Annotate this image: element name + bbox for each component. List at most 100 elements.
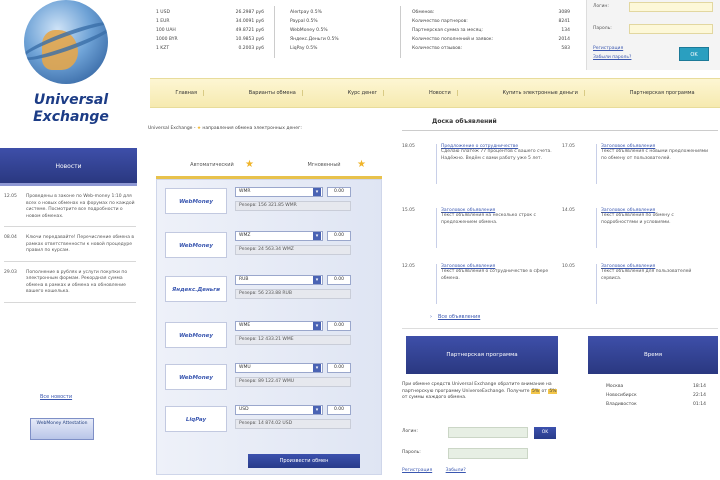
announcement-date: 15.05	[402, 208, 415, 213]
announcement-text: Текст объявления по обмену с подробностя…	[601, 213, 674, 225]
nav-partner-program[interactable]: Партнерская программа	[624, 90, 701, 96]
rate-row: 1 USD 26.2987 руб	[156, 10, 264, 19]
currency-select-value: WMR	[239, 189, 251, 194]
news-text: Пополнение в рублях и услуги покупки по …	[26, 269, 128, 295]
currency-select[interactable]: WME ▾	[235, 321, 323, 331]
nav-buy-emoney[interactable]: Купить электронные деньги	[497, 90, 585, 96]
fee-row: Alertpay 0.5%	[290, 10, 322, 15]
partner-register-link[interactable]: Регистрация	[402, 468, 432, 473]
payment-system-logo[interactable]: WebMoney	[165, 322, 227, 348]
announcement-item[interactable]: 14.05 Заголовок объявления Текст объявле…	[562, 208, 712, 252]
stat-label: Количество пополнений и заявок:	[412, 37, 494, 42]
tab-instant[interactable]: Мгновенный ★	[268, 148, 380, 176]
payment-system-logo[interactable]: WebMoney	[165, 232, 227, 258]
tab-automatic[interactable]: Автоматический ★	[156, 148, 268, 176]
exchange-intro-tail: направления обмена электронных денег:	[200, 126, 302, 131]
partner-ok-button[interactable]: OK	[534, 427, 556, 439]
city-time: 01:14	[693, 402, 706, 407]
partner-login-input[interactable]	[448, 427, 528, 438]
password-input[interactable]	[629, 24, 713, 34]
news-date: 08.04	[4, 235, 17, 240]
payment-system-logo[interactable]: WebMoney	[165, 188, 227, 214]
announcement-date: 17.05	[562, 144, 575, 149]
currency-select[interactable]: WMR ▾	[235, 187, 323, 197]
nav-rates[interactable]: Курс денег	[342, 90, 385, 96]
chevron-down-icon: ▾	[313, 406, 321, 414]
city-time: 22:14	[693, 393, 706, 398]
announcement-item[interactable]: 12.05 Заголовок объявления Текст объявле…	[402, 264, 552, 308]
announcement-item[interactable]: 18.05 Предложение о сотрудничестве Сдела…	[402, 144, 552, 188]
currency-select-value: WME	[239, 323, 251, 328]
announcements-title: Доска объявлений	[432, 118, 497, 125]
fee-row: WebMoney 0.5%	[290, 28, 328, 33]
chevron-down-icon: ▾	[313, 364, 321, 372]
rate-value: 49.8721 руб	[235, 28, 264, 33]
rate-currency: 1 KZT	[156, 46, 170, 51]
login-ok-button[interactable]: OK	[679, 47, 709, 61]
payment-system-logo[interactable]: LiqPay	[165, 406, 227, 432]
exchange-submit-button[interactable]: Произвести обмен	[248, 454, 360, 468]
amount-input[interactable]: 0.00	[327, 275, 351, 285]
exchange-intro-text: Universal Exchange -	[148, 126, 197, 131]
attestation-badge[interactable]: WebMoney Attestation	[30, 418, 94, 440]
announcement-body: Заголовок объявления Текст объявления дл…	[596, 264, 712, 304]
rate-value: 34.0091 руб	[235, 19, 264, 24]
register-link[interactable]: Регистрация	[593, 46, 623, 51]
stat-row: Партнерская сумма за месяц: 134	[412, 28, 570, 37]
exchange-intro: Universal Exchange - ★ направления обмен…	[148, 126, 378, 131]
stat-row: Количество партнеров: 8241	[412, 19, 570, 28]
rate-value: 10.9853 руб	[235, 37, 264, 42]
announcement-date: 12.05	[402, 264, 415, 269]
amount-input[interactable]: 0.00	[327, 405, 351, 415]
partner-password-input[interactable]	[448, 448, 528, 459]
amount-input[interactable]: 0.00	[327, 321, 351, 331]
currency-select[interactable]: USD ▾	[235, 405, 323, 415]
payment-system-logo[interactable]: Яндекс.Деньги	[165, 276, 227, 302]
stat-row: Обменов: 3089	[412, 10, 570, 19]
announcement-item[interactable]: 15.05 Заголовок объявления Текст объявле…	[402, 208, 552, 252]
all-announcements-link[interactable]: Все объявления	[438, 314, 480, 320]
rate-value: 0.2003 руб	[238, 46, 264, 51]
currency-select[interactable]: RUB ▾	[235, 275, 323, 285]
currency-select[interactable]: WMU ▾	[235, 363, 323, 373]
login-input[interactable]	[629, 2, 713, 12]
logo-line-2: Exchange	[33, 109, 109, 125]
currency-select-value: WMZ	[239, 233, 251, 238]
password-label: Пароль:	[593, 26, 612, 31]
announcement-item[interactable]: 17.05 Заголовок объявления Текст объявле…	[562, 144, 712, 188]
exchange-row: WebMoney WMZ ▾ 0.00 Резерв: 24 563.34 WMZ	[163, 228, 377, 262]
rate-row: 100 UAH 49.8721 руб	[156, 28, 264, 37]
stat-row: Количество отзывов: 583	[412, 46, 570, 55]
nav-exchange-options[interactable]: Варианты обмена	[243, 90, 303, 96]
nav-home[interactable]: Главная	[169, 90, 204, 96]
partner-program-header[interactable]: Партнерская программа	[406, 336, 558, 374]
payment-system-logo[interactable]: WebMoney	[165, 364, 227, 390]
amount-input[interactable]: 0.00	[327, 231, 351, 241]
stat-value: 134	[561, 28, 570, 33]
currency-select[interactable]: WMZ ▾	[235, 231, 323, 241]
site-logo[interactable]: Universal Exchange	[8, 0, 138, 140]
forgot-password-link[interactable]: Забыли пароль?	[593, 55, 631, 60]
stat-label: Количество отзывов:	[412, 46, 463, 51]
amount-input[interactable]: 0.00	[327, 187, 351, 197]
all-news-link[interactable]: Все новости	[40, 394, 72, 400]
partner-links: Регистрация Забыли?	[402, 468, 478, 473]
nav-news[interactable]: Новости	[423, 90, 458, 96]
news-item[interactable]: 29.03 Пополнение в рублях и услуги покуп…	[4, 270, 136, 303]
partner-highlight: 5%	[548, 388, 558, 394]
news-item[interactable]: 08.04 Ключи передавайте! Перечисление об…	[4, 235, 136, 262]
login-box: Логин: Пароль: Регистрация Забыли пароль…	[586, 0, 720, 70]
time-list: Москва 18:14 Новосибирск 22:14 Владивосток…	[606, 384, 706, 411]
partner-description: При обмене средств Universal Exchange об…	[402, 382, 560, 402]
reserve-note: Резерв: 14 874.02 USD	[235, 419, 351, 429]
time-row: Москва 18:14	[606, 384, 706, 393]
rate-row: 1 KZT 0.2003 руб	[156, 46, 264, 55]
stat-label: Обменов:	[412, 10, 435, 15]
time-row: Владивосток 01:14	[606, 402, 706, 411]
news-header: Новости	[0, 148, 137, 186]
globe-icon	[24, 0, 108, 84]
announcement-item[interactable]: 10.05 Заголовок объявления Текст объявле…	[562, 264, 712, 308]
news-item[interactable]: 12.05 Проведены в законе по Web-money 1:…	[4, 194, 136, 227]
partner-forgot-link[interactable]: Забыли?	[446, 468, 466, 473]
amount-input[interactable]: 0.00	[327, 363, 351, 373]
